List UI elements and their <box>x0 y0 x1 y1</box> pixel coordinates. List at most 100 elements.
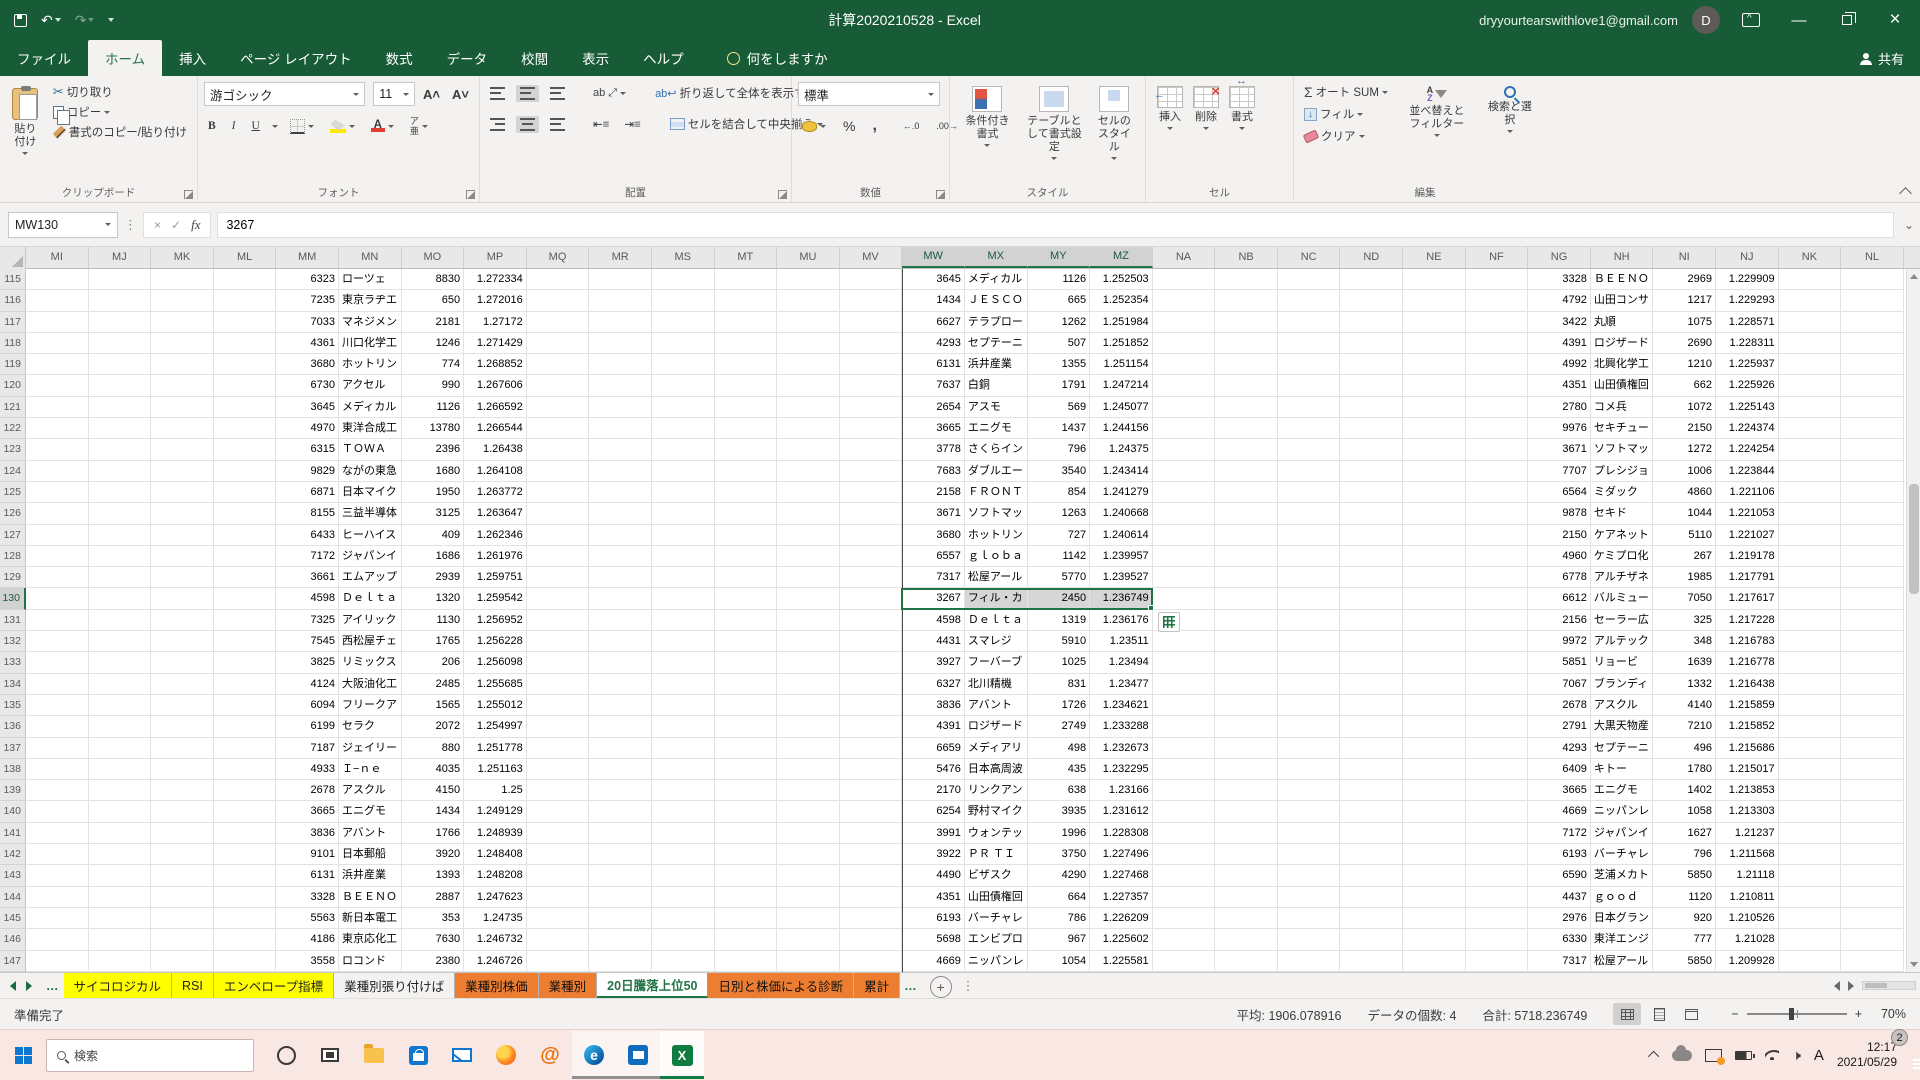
row-header-141[interactable]: 141 <box>0 823 26 844</box>
cell-NC142[interactable] <box>1278 844 1341 865</box>
cell-MU129[interactable] <box>777 567 840 588</box>
cell-MK126[interactable] <box>151 503 214 524</box>
cell-NG118[interactable]: 4391 <box>1528 333 1591 354</box>
cell-MT116[interactable] <box>715 290 778 311</box>
cell-NB116[interactable] <box>1215 290 1278 311</box>
cell-NI132[interactable]: 348 <box>1653 631 1716 652</box>
cell-NC126[interactable] <box>1278 503 1341 524</box>
cell-MT126[interactable] <box>715 503 778 524</box>
cell-MN128[interactable]: ジャパンイ <box>339 546 402 567</box>
grid[interactable]: 1156323ローツェ88301.2723343645メディカル11261.25… <box>0 269 1906 972</box>
cell-MP128[interactable]: 1.261976 <box>464 546 527 567</box>
cell-MX127[interactable]: ホットリン <box>965 525 1028 546</box>
cell-NL142[interactable] <box>1841 844 1904 865</box>
start-button[interactable] <box>0 1031 46 1079</box>
cell-MZ117[interactable]: 1.251984 <box>1090 312 1153 333</box>
cell-MX138[interactable]: 日本高周波 <box>965 759 1028 780</box>
cell-MT130[interactable] <box>715 588 778 609</box>
cell-MX122[interactable]: エニグモ <box>965 418 1028 439</box>
cell-MQ115[interactable] <box>527 269 590 290</box>
cell-MI147[interactable] <box>26 951 89 972</box>
cell-NH130[interactable]: バルミュー <box>1591 588 1654 609</box>
cell-ND135[interactable] <box>1340 695 1403 716</box>
cell-MS138[interactable] <box>652 759 715 780</box>
new-sheet-button[interactable]: + <box>930 976 952 998</box>
cell-NA115[interactable] <box>1153 269 1216 290</box>
cell-ND119[interactable] <box>1340 354 1403 375</box>
cell-MZ133[interactable]: 1.23494 <box>1090 652 1153 673</box>
cell-NA141[interactable] <box>1153 823 1216 844</box>
cell-MP140[interactable]: 1.249129 <box>464 801 527 822</box>
cell-MN146[interactable]: 東京応化工 <box>339 929 402 950</box>
cell-MU128[interactable] <box>777 546 840 567</box>
cell-styles-button[interactable]: セルのスタイル <box>1090 82 1139 164</box>
cell-MN131[interactable]: アイリック <box>339 610 402 631</box>
column-header-ND[interactable]: ND <box>1340 247 1403 268</box>
cell-ML116[interactable] <box>214 290 277 311</box>
number-dialog-launcher-icon[interactable] <box>936 190 945 199</box>
cell-ML123[interactable] <box>214 439 277 460</box>
cell-MM115[interactable]: 6323 <box>276 269 339 290</box>
cell-NC124[interactable] <box>1278 461 1341 482</box>
cell-MR129[interactable] <box>589 567 652 588</box>
cell-MW135[interactable]: 3836 <box>902 695 965 716</box>
cell-NJ117[interactable]: 1.228571 <box>1716 312 1779 333</box>
row-header-124[interactable]: 124 <box>0 461 26 482</box>
font-color-button[interactable]: A <box>367 118 398 134</box>
cell-MK124[interactable] <box>151 461 214 482</box>
comma-button[interactable]: , <box>868 115 880 137</box>
cell-NJ139[interactable]: 1.213853 <box>1716 780 1779 801</box>
cell-ML139[interactable] <box>214 780 277 801</box>
cell-MP146[interactable]: 1.246732 <box>464 929 527 950</box>
cell-NF130[interactable] <box>1466 588 1529 609</box>
cell-MZ140[interactable]: 1.231612 <box>1090 801 1153 822</box>
cell-MN127[interactable]: ヒーハイス <box>339 525 402 546</box>
cell-MS131[interactable] <box>652 610 715 631</box>
page-break-view-button[interactable] <box>1677 1003 1705 1025</box>
cell-NK138[interactable] <box>1779 759 1842 780</box>
column-header-MY[interactable]: MY <box>1028 247 1091 268</box>
cell-NF117[interactable] <box>1466 312 1529 333</box>
cell-MT143[interactable] <box>715 865 778 886</box>
cell-MI119[interactable] <box>26 354 89 375</box>
cell-MZ134[interactable]: 1.23477 <box>1090 674 1153 695</box>
cell-NL125[interactable] <box>1841 482 1904 503</box>
cell-NK131[interactable] <box>1779 610 1842 631</box>
cell-MN145[interactable]: 新日本電工 <box>339 908 402 929</box>
cell-MW120[interactable]: 7637 <box>902 375 965 396</box>
column-header-NA[interactable]: NA <box>1153 247 1216 268</box>
cell-MU141[interactable] <box>777 823 840 844</box>
cell-MU125[interactable] <box>777 482 840 503</box>
cell-MU138[interactable] <box>777 759 840 780</box>
cell-MM140[interactable]: 3665 <box>276 801 339 822</box>
cell-NE128[interactable] <box>1403 546 1466 567</box>
cell-MO116[interactable]: 650 <box>402 290 465 311</box>
cell-MW129[interactable]: 7317 <box>902 567 965 588</box>
cell-NE133[interactable] <box>1403 652 1466 673</box>
cell-MZ126[interactable]: 1.240668 <box>1090 503 1153 524</box>
cell-NC121[interactable] <box>1278 397 1341 418</box>
cell-NI142[interactable]: 796 <box>1653 844 1716 865</box>
cell-NC134[interactable] <box>1278 674 1341 695</box>
cell-MU134[interactable] <box>777 674 840 695</box>
cell-MJ146[interactable] <box>89 929 152 950</box>
cell-MR144[interactable] <box>589 887 652 908</box>
cell-MS143[interactable] <box>652 865 715 886</box>
cell-MP145[interactable]: 1.24735 <box>464 908 527 929</box>
cell-NE144[interactable] <box>1403 887 1466 908</box>
sheet-tab-1[interactable]: RSI <box>172 973 214 998</box>
scroll-left-icon[interactable] <box>1834 981 1840 991</box>
cut-button[interactable]: ✂ 切り取り <box>49 82 117 102</box>
cell-MN129[interactable]: エムアップ <box>339 567 402 588</box>
cell-MY147[interactable]: 1054 <box>1028 951 1091 972</box>
cell-MO124[interactable]: 1680 <box>402 461 465 482</box>
cell-NK145[interactable] <box>1779 908 1842 929</box>
cell-NL139[interactable] <box>1841 780 1904 801</box>
cell-MX121[interactable]: アスモ <box>965 397 1028 418</box>
cell-MI127[interactable] <box>26 525 89 546</box>
cell-NG136[interactable]: 2791 <box>1528 716 1591 737</box>
cell-MZ130[interactable]: 1.236749 <box>1090 588 1153 609</box>
cell-ML132[interactable] <box>214 631 277 652</box>
quick-analysis-button[interactable] <box>1158 612 1180 632</box>
cell-NK139[interactable] <box>1779 780 1842 801</box>
